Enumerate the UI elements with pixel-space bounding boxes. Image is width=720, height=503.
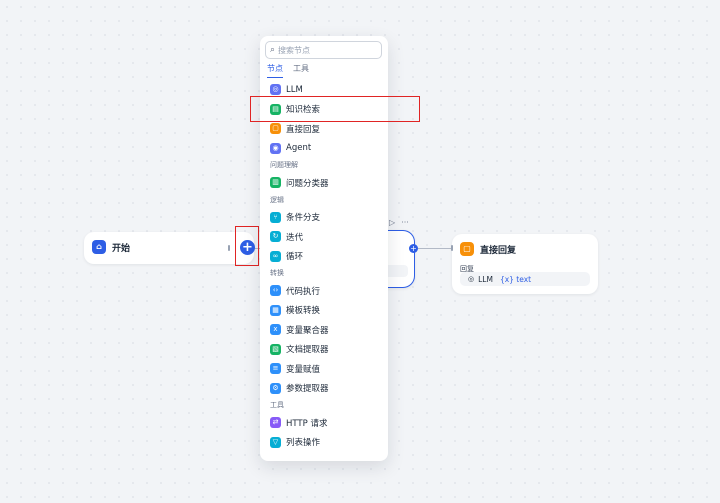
node-item-http[interactable]: ⇄ HTTP 请求 (260, 413, 388, 433)
answer-node-label: 直接回复 (480, 245, 517, 256)
variable-assigner-icon: ≡ (270, 363, 281, 375)
node-item-label: 变量聚合器 (286, 325, 329, 336)
node-item-label: 代码执行 (286, 286, 321, 297)
node-item-label: HTTP 请求 (286, 418, 328, 429)
node-item-label: 条件分支 (286, 213, 321, 224)
node-item-question-classifier[interactable]: ▥ 问题分类器 (260, 173, 388, 193)
answer-node-title: ▢ 直接回复 (460, 242, 516, 256)
llm-icon: ◎ (468, 275, 475, 283)
section-header: 逻辑 (270, 195, 284, 204)
node-item-label: 文档提取器 (286, 345, 329, 356)
start-node[interactable]: ⌂ 开始 (84, 232, 254, 264)
agent-icon: ◉ (270, 142, 281, 154)
answer-node-input-handle[interactable] (451, 245, 453, 251)
answer-body: ◎ LLM {x} text (460, 272, 590, 286)
tab-tools[interactable]: 工具 (293, 63, 309, 78)
node-item-loop[interactable]: ∞ 循环 (260, 247, 388, 267)
answer-var-label: {x} text (499, 274, 532, 284)
picker-tabs: 节点 工具 (267, 63, 309, 78)
loop-icon: ∞ (270, 250, 281, 262)
start-node-output-handle[interactable] (228, 245, 230, 251)
iteration-icon: ↻ (270, 231, 281, 243)
node-item-template[interactable]: ▦ 模板转换 (260, 301, 388, 321)
doc-extractor-icon: ▧ (270, 343, 281, 355)
message-icon: ▢ (460, 242, 474, 256)
node-item-label: 问题分类器 (286, 178, 329, 189)
node-item-list-operator[interactable]: ▽ 列表操作 (260, 433, 388, 453)
list-operator-icon: ▽ (270, 436, 281, 448)
start-node-label: 开始 (112, 243, 131, 254)
parameter-extractor-icon: ⚙ (270, 382, 281, 394)
node-item-label: 直接回复 (286, 124, 321, 135)
more-icon[interactable]: ··· (401, 218, 409, 227)
start-node-title: ⌂ 开始 (92, 240, 130, 254)
run-icon[interactable]: ▷ (389, 218, 395, 227)
node-item-label: 迭代 (286, 232, 304, 243)
node-item-label: 参数提取器 (286, 384, 329, 395)
tab-nodes[interactable]: 节点 (267, 63, 283, 78)
node-item-label: LLM (286, 84, 303, 95)
question-classifier-icon: ▥ (270, 177, 281, 189)
home-icon: ⌂ (92, 240, 106, 254)
node-toolbar: ▷ ··· (389, 218, 409, 227)
answer-llm-label: LLM (478, 274, 493, 284)
node-item-label: 列表操作 (286, 438, 321, 449)
node-item-if-else[interactable]: ⑂ 条件分支 (260, 208, 388, 228)
edge-mid-to-answer (418, 248, 452, 249)
add-button-highlight (235, 226, 259, 266)
http-icon: ⇄ (270, 417, 281, 429)
node-item-code[interactable]: ‹› 代码执行 (260, 281, 388, 301)
code-icon: ‹› (270, 285, 281, 297)
node-item-label: 变量赋值 (286, 364, 321, 375)
search-box[interactable]: ⌕ (265, 41, 382, 59)
variable-aggregator-icon: x (270, 324, 281, 336)
knowledge-retrieval-highlight (250, 96, 420, 122)
section-header: 工具 (270, 401, 284, 409)
node-item-parameter-extractor[interactable]: ⚙ 参数提取器 (260, 379, 388, 399)
template-icon: ▦ (270, 304, 281, 316)
node-item-doc-extractor[interactable]: ▧ 文档提取器 (260, 340, 388, 360)
answer-node[interactable]: ▢ 直接回复 回复 ◎ LLM {x} text (451, 234, 598, 294)
search-icon: ⌕ (270, 45, 276, 55)
node-item-variable-assigner[interactable]: ≡ 变量赋值 (260, 359, 388, 379)
search-input[interactable] (278, 45, 375, 55)
node-item-label: Agent (286, 143, 312, 154)
node-item-label: 模板转换 (286, 306, 321, 317)
node-item-label: 循环 (286, 252, 304, 263)
add-next-node-button[interactable]: + (409, 244, 418, 253)
llm-icon: ◎ (270, 84, 281, 96)
answer-icon: ▢ (270, 123, 281, 135)
node-item-variable-aggregator[interactable]: x 变量聚合器 (260, 320, 388, 340)
node-list: ◎ LLM ▤ 知识检索 ▢ 直接回复 ◉ Agent 问题理解 ▥ 问题分类器 逻辑 ⑂ 条件分支 ↻ 迭代… (260, 80, 388, 452)
section-header: 转换 (270, 269, 284, 277)
section-header: 问题理解 (270, 161, 298, 169)
node-item-agent[interactable]: ◉ Agent (260, 139, 388, 159)
if-else-icon: ⑂ (270, 211, 281, 223)
node-item-iteration[interactable]: ↻ 迭代 (260, 227, 388, 247)
